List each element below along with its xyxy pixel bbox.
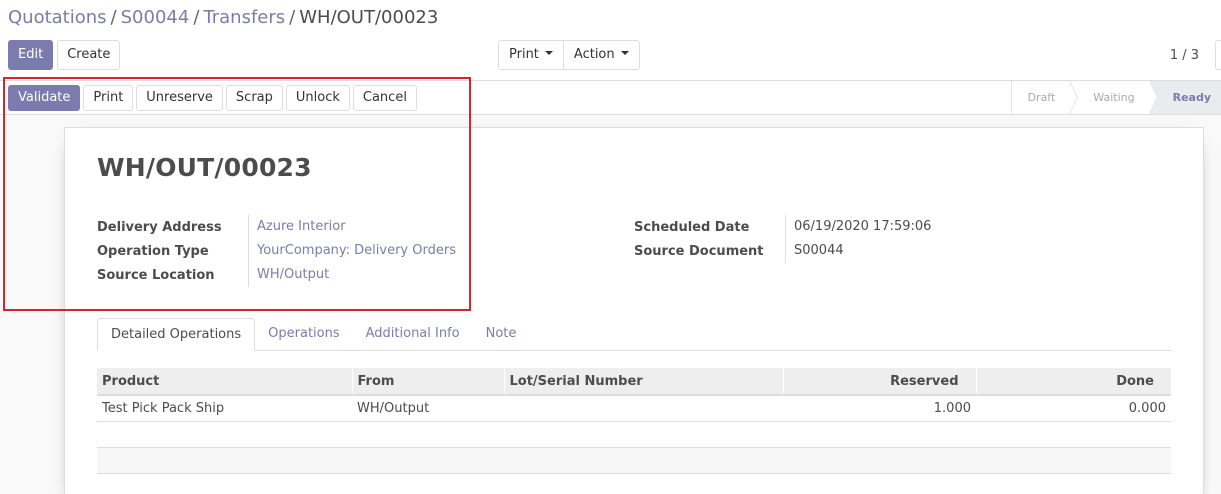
pager-value[interactable]: 1 / 3 — [1170, 48, 1199, 63]
source-location-link[interactable]: WH/Output — [248, 263, 329, 287]
stage-draft: Draft — [1010, 81, 1079, 114]
status-stages: Draft Waiting Ready — [1010, 81, 1221, 114]
field-source-document: Source Document S00044 — [634, 239, 931, 263]
column-header-done[interactable]: Done — [975, 368, 1171, 396]
delivery-address-link[interactable]: Azure Interior — [248, 215, 346, 239]
breadcrumb-sale-order[interactable]: S00044 — [121, 7, 190, 28]
stage-ready: Ready — [1149, 81, 1221, 114]
field-label: Delivery Address — [97, 219, 222, 235]
field-source-location: Source Location WH/Output — [97, 263, 456, 287]
validate-button[interactable]: Validate — [8, 85, 81, 111]
form-sheet: WH/OUT/00023 Delivery Address Azure Inte… — [64, 127, 1204, 494]
print-button[interactable]: Print — [83, 85, 134, 111]
breadcrumb-quotations[interactable]: Quotations — [8, 7, 107, 28]
column-header-lot-serial[interactable]: Lot/Serial Number — [503, 368, 783, 396]
create-button[interactable]: Create — [57, 40, 121, 70]
breadcrumb-separator: / — [289, 7, 296, 28]
caret-down-icon — [620, 50, 629, 55]
stage-arrow — [1148, 81, 1158, 114]
tab-additional-info[interactable]: Additional Info — [353, 318, 473, 351]
tab-note[interactable]: Note — [473, 318, 530, 351]
status-actions: Validate Print Unreserve Scrap Unlock Ca… — [8, 85, 417, 111]
main-buttons: Edit Create — [8, 40, 121, 70]
stage-label: Draft — [1027, 91, 1056, 104]
scheduled-date-value: 06/19/2020 17:59:06 — [785, 215, 931, 239]
unlock-button[interactable]: Unlock — [285, 85, 350, 111]
statusbar: Validate Print Unreserve Scrap Unlock Ca… — [0, 81, 1221, 115]
print-dropdown-label: Print — [509, 47, 539, 62]
unreserve-button[interactable]: Unreserve — [136, 85, 223, 111]
breadcrumb-separator: / — [110, 7, 117, 28]
edit-button[interactable]: Edit — [8, 40, 54, 70]
form-view: Validate Print Unreserve Scrap Unlock Ca… — [0, 80, 1221, 494]
field-label: Source Location — [97, 267, 215, 283]
breadcrumb-transfers[interactable]: Transfers — [203, 7, 285, 28]
stage-arrow — [1069, 81, 1079, 114]
action-dropdown-button[interactable]: Action — [562, 40, 640, 70]
field-delivery-address: Delivery Address Azure Interior — [97, 215, 456, 239]
cell-done[interactable]: 0.000 — [976, 395, 1171, 422]
operation-type-link[interactable]: YourCompany: Delivery Orders — [248, 239, 456, 263]
sidebar-buttons: Print Action — [498, 40, 640, 70]
column-header-from[interactable]: From — [351, 368, 504, 396]
empty-row — [97, 447, 1171, 474]
detailed-operations-table: Product From Lot/Serial Number Reserved … — [97, 368, 1171, 474]
action-dropdown-label: Action — [573, 47, 615, 62]
source-document-value: S00044 — [785, 239, 844, 263]
table-header-row: Product From Lot/Serial Number Reserved … — [97, 368, 1171, 396]
column-header-product[interactable]: Product — [97, 368, 352, 396]
field-label: Operation Type — [97, 243, 209, 259]
field-operation-type: Operation Type YourCompany: Delivery Ord… — [97, 239, 456, 263]
breadcrumb-current: WH/OUT/00023 — [299, 7, 439, 28]
right-field-group: Scheduled Date 06/19/2020 17:59:06 Sourc… — [634, 215, 931, 263]
tab-operations[interactable]: Operations — [255, 318, 352, 351]
breadcrumb-separator: / — [193, 7, 200, 28]
empty-row — [97, 421, 1171, 448]
page-title: WH/OUT/00023 — [97, 153, 312, 182]
stage-waiting: Waiting — [1070, 81, 1158, 114]
stage-label: Ready — [1172, 91, 1211, 104]
notebook-tabs: Detailed Operations Operations Additiona… — [97, 318, 1171, 351]
cell-reserved[interactable]: 1.000 — [783, 395, 976, 422]
cell-product[interactable]: Test Pick Pack Ship — [97, 395, 352, 422]
pager-next-button[interactable] — [1215, 40, 1221, 70]
table-row[interactable]: Test Pick Pack Ship WH/Output 1.000 0.00… — [97, 395, 1171, 422]
field-label: Scheduled Date — [634, 219, 750, 235]
cell-from[interactable]: WH/Output — [352, 395, 504, 422]
tab-detailed-operations[interactable]: Detailed Operations — [97, 318, 256, 351]
print-dropdown-button[interactable]: Print — [498, 40, 564, 70]
field-scheduled-date: Scheduled Date 06/19/2020 17:59:06 — [634, 215, 931, 239]
caret-down-icon — [544, 50, 553, 55]
scrap-button[interactable]: Scrap — [225, 85, 283, 111]
column-header-reserved[interactable]: Reserved — [782, 368, 976, 396]
cell-lot-serial[interactable] — [504, 395, 783, 422]
notebook: Detailed Operations Operations Additiona… — [97, 318, 1171, 474]
stage-label: Waiting — [1093, 91, 1135, 104]
field-label: Source Document — [634, 243, 764, 259]
cancel-button[interactable]: Cancel — [352, 85, 417, 111]
breadcrumb: Quotations / S00044/Transfers / WH/OUT/00023 — [8, 7, 438, 28]
left-field-group: Delivery Address Azure Interior Operatio… — [97, 215, 456, 287]
